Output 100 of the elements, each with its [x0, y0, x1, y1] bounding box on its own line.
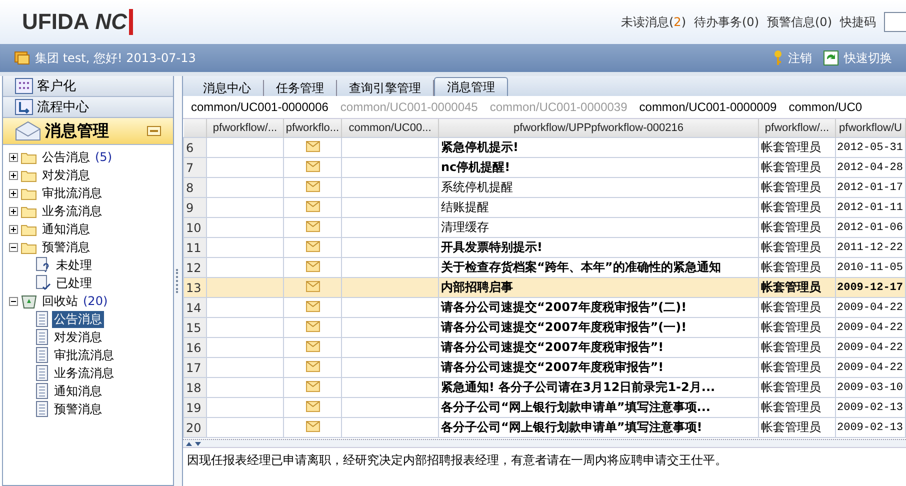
logo-mark: NC	[95, 9, 133, 35]
table-row[interactable]: 8 系统停机提醒 帐套管理员 2012-01-17	[184, 178, 906, 198]
row-number: 19	[184, 398, 206, 418]
row-number: 11	[184, 238, 206, 258]
row-number: 8	[184, 178, 206, 198]
folder-icon	[21, 240, 37, 254]
tree-item[interactable]: 对发消息	[52, 328, 104, 346]
envelope-icon	[306, 300, 320, 312]
table-cell: 帐套管理员	[758, 158, 836, 178]
table-cell: 请各分公司速提交“2007年度税审报告”(一)!	[438, 318, 758, 338]
expand-icon[interactable]	[9, 152, 18, 162]
envelope-icon	[306, 140, 320, 152]
table-row[interactable]: 13 内部招聘启事 帐套管理员 2009-12-17	[184, 278, 906, 298]
table-row[interactable]: 18 紧急通知! 各分子公司请在3月12日前录完1-2月... 帐套管理员 2009-03-10	[184, 378, 906, 398]
sidebar-section[interactable]: 客户化	[3, 76, 173, 97]
column-header[interactable]: pfworkflow/U	[836, 119, 906, 138]
table-row[interactable]: 11 开具发票特别提示! 帐套管理员 2011-12-22	[184, 238, 906, 258]
tree-item[interactable]: 审批流消息	[52, 346, 116, 364]
sidebar-section[interactable]: 流程中心	[3, 97, 173, 118]
table-row[interactable]: 7 nc停机提醒! 帐套管理员 2012-04-28	[184, 158, 906, 178]
table-cell: 2009-02-13	[836, 398, 906, 418]
document-icon	[35, 365, 49, 381]
table-cell: 2009-02-13	[836, 418, 906, 438]
expand-icon[interactable]	[9, 206, 18, 216]
sub-tab[interactable]: common/UC0	[780, 100, 866, 114]
sub-tab[interactable]: common/UC001-0000006	[183, 100, 332, 114]
expand-icon[interactable]	[9, 188, 18, 198]
tree-item[interactable]: 业务流消息	[40, 202, 104, 220]
table-cell: 帐套管理员	[758, 358, 836, 378]
column-header[interactable]: pfworkflow/...	[758, 119, 836, 138]
tree-item[interactable]: 对发消息	[40, 166, 92, 184]
collapse-icon[interactable]	[9, 242, 18, 252]
logo-text: UFIDA	[22, 9, 90, 35]
sidebar-section[interactable]: 消息管理	[3, 118, 173, 145]
greeting-text: 集团 test, 您好! 2013-07-13	[35, 50, 196, 66]
column-header[interactable]: common/UC00...	[342, 119, 438, 138]
collapse-icon[interactable]	[9, 296, 18, 306]
tree-item[interactable]: 业务流消息	[52, 364, 116, 382]
folder-icon	[21, 222, 37, 236]
count-label: (5)	[95, 150, 112, 164]
table-row[interactable]: 10 清理缓存 帐套管理员 2012-01-06	[184, 218, 906, 238]
table-row[interactable]: 17 请各分公司速提交“2007年度税审报告”! 帐套管理员 2009-04-22	[184, 358, 906, 378]
table-cell: 2009-03-10	[836, 378, 906, 398]
envelope-icon	[306, 280, 320, 292]
table-cell: 2009-12-17	[836, 278, 906, 298]
tree-item[interactable]: 公告消息	[40, 148, 92, 166]
row-number: 6	[184, 138, 206, 158]
table-cell: 2012-01-06	[836, 218, 906, 238]
sub-tab[interactable]: common/UC001-0000009	[631, 100, 781, 114]
table-cell: 2009-04-22	[836, 338, 906, 358]
splitter-handle[interactable]	[174, 76, 182, 486]
header-link[interactable]: 预警信息(0)	[767, 14, 832, 30]
table-cell: 2009-04-22	[836, 298, 906, 318]
tree-item[interactable]: 通知消息	[40, 220, 92, 238]
envelope-icon	[306, 160, 320, 172]
envelope-icon	[306, 180, 320, 192]
table-cell: 结账提醒	[438, 198, 758, 218]
table-cell: 2009-04-22	[836, 318, 906, 338]
table-cell: 帐套管理员	[758, 138, 836, 158]
header-link[interactable]: 未读消息(2)	[620, 14, 686, 30]
table-row[interactable]: 6 紧急停机提示! 帐套管理员 2012-05-31	[184, 138, 906, 158]
table-row[interactable]: 15 请各分公司速提交“2007年度税审报告”(一)! 帐套管理员 2009-04-22	[184, 318, 906, 338]
table-row[interactable]: 19 各分子公司“网上银行划款申请单”填写注意事项... 帐套管理员 2009-02-13	[184, 398, 906, 418]
tree-item[interactable]: 预警消息	[40, 238, 92, 256]
row-number: 14	[184, 298, 206, 318]
table-cell: 帐套管理员	[758, 238, 836, 258]
grid-icon	[15, 78, 33, 94]
expand-icon[interactable]	[9, 224, 18, 234]
table-cell: 请各分公司速提交“2007年度税审报告”!	[438, 338, 758, 358]
tree-item[interactable]: 未处理	[54, 256, 94, 274]
tree-item[interactable]: 预警消息	[52, 400, 104, 418]
tree-item[interactable]: 通知消息	[52, 382, 104, 400]
table-row[interactable]: 20 各分子公司“网上银行划款申请单”填写注意事项! 帐套管理员 2009-02-13	[184, 418, 906, 438]
column-header[interactable]: pfworkflow/UPPpfworkflow-000216	[438, 119, 758, 138]
envelope-icon	[306, 380, 320, 392]
folder-icon	[21, 168, 37, 182]
document-icon	[35, 329, 49, 345]
switch-icon	[823, 50, 839, 66]
envelope-icon	[306, 320, 320, 332]
table-cell: nc停机提醒!	[438, 158, 758, 178]
header-link[interactable]: 待办事务(0)	[694, 14, 759, 30]
table-cell: 帐套管理员	[758, 218, 836, 238]
expand-icon[interactable]	[9, 170, 18, 180]
tree-item[interactable]: 回收站	[40, 292, 80, 310]
tree-item[interactable]: 审批流消息	[40, 184, 104, 202]
table-row[interactable]: 9 结账提醒 帐套管理员 2012-01-11	[184, 198, 906, 218]
column-header[interactable]: pfworkflow/...	[206, 119, 284, 138]
flow-icon	[15, 99, 33, 115]
tree-item[interactable]: 已处理	[54, 274, 94, 292]
tab[interactable]: 消息管理	[434, 77, 508, 96]
column-header[interactable]: pfworkflo...	[284, 119, 342, 138]
row-number: 16	[184, 338, 206, 358]
table-cell: 2011-12-22	[836, 238, 906, 258]
tree-item[interactable]: 公告消息	[52, 310, 104, 328]
table-row[interactable]: 14 请各分公司速提交“2007年度税审报告”(二)! 帐套管理员 2009-04-22	[184, 298, 906, 318]
table-cell: 2012-01-11	[836, 198, 906, 218]
shortcut-label: 快捷码	[840, 14, 876, 30]
row-number: 15	[184, 318, 206, 338]
document-icon	[35, 383, 49, 399]
table-row[interactable]: 16 请各分公司速提交“2007年度税审报告”! 帐套管理员 2009-04-22	[184, 338, 906, 358]
